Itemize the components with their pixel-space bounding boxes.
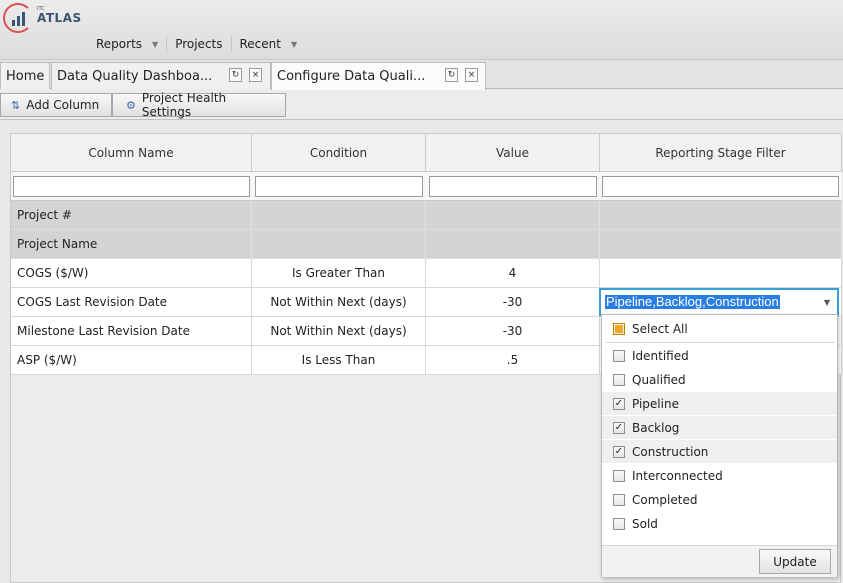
table-row[interactable]: COGS ($/W) Is Greater Than 4	[11, 259, 842, 288]
backlog-checkbox[interactable]: ✓	[613, 421, 625, 434]
close-icon[interactable]: ×	[249, 68, 262, 82]
option-pipeline[interactable]: ✓ Pipeline	[602, 392, 837, 415]
option-label: Pipeline	[632, 396, 679, 411]
select-all-checkbox[interactable]	[613, 322, 625, 335]
nav-projects-label: Projects	[175, 37, 223, 51]
nav-projects[interactable]: Projects	[167, 34, 230, 54]
option-interconnected[interactable]: Interconnected	[602, 464, 837, 487]
cell-column-name: ASP ($/W)	[11, 346, 252, 374]
cell-value: -30	[426, 317, 600, 345]
option-sold[interactable]: Sold	[602, 512, 837, 535]
cell-value	[426, 201, 600, 229]
option-label: Qualified	[632, 372, 686, 387]
reporting-stage-dropdown: Select All Identified Qualified ✓ Pipeli…	[601, 314, 838, 577]
update-button[interactable]: Update	[759, 549, 831, 574]
nav-recent-label: Recent	[239, 37, 281, 51]
nav-reports-label: Reports	[96, 37, 143, 51]
dropdown-arrow-icon[interactable]: ▼	[818, 291, 836, 313]
reporting-stage-filter-value[interactable]: Pipeline,Backlog,Construction	[605, 295, 780, 309]
tab-home[interactable]: Home	[0, 62, 50, 89]
option-label: Interconnected	[632, 468, 723, 483]
pipeline-checkbox[interactable]: ✓	[613, 397, 625, 410]
option-qualified[interactable]: Qualified	[602, 368, 837, 391]
cell-condition	[252, 201, 426, 229]
cell-condition: Not Within Next (days)	[252, 288, 426, 316]
header-value[interactable]: Value	[426, 134, 600, 172]
main-nav: Reports ▼ Projects Recent ▼	[88, 34, 305, 54]
cell-condition: Not Within Next (days)	[252, 317, 426, 345]
option-identified[interactable]: Identified	[602, 344, 837, 367]
cell-column-name: Project Name	[11, 230, 252, 258]
cell-column-name: Project #	[11, 201, 252, 229]
add-column-button[interactable]: ⇅ Add Column	[0, 93, 112, 117]
option-label: Backlog	[632, 420, 680, 435]
completed-checkbox[interactable]	[613, 493, 625, 506]
logo-bars-icon	[12, 12, 26, 26]
caret-down-icon: ▼	[290, 39, 298, 49]
tab-data-quality-dashboard[interactable]: Data Quality Dashboa... ↻ ×	[51, 62, 271, 89]
option-label: Sold	[632, 516, 658, 531]
filter-row	[11, 172, 842, 201]
value-filter-input[interactable]	[429, 176, 597, 197]
nav-recent[interactable]: Recent ▼	[232, 34, 306, 54]
option-completed[interactable]: Completed	[602, 488, 837, 511]
refresh-icon[interactable]: ↻	[445, 68, 458, 82]
cell-condition: Is Greater Than	[252, 259, 426, 287]
cell-filter	[600, 259, 842, 287]
select-all-option[interactable]: Select All	[602, 317, 837, 340]
condition-filter-input[interactable]	[255, 176, 423, 197]
logo-text: ATLAS	[37, 11, 82, 25]
toolbar: ⇅ Add Column ⚙ Project Health Settings	[0, 90, 843, 120]
cell-column-name: COGS ($/W)	[11, 259, 252, 287]
add-column-label: Add Column	[26, 98, 100, 112]
cell-column-name: Milestone Last Revision Date	[11, 317, 252, 345]
construction-checkbox[interactable]: ✓	[613, 445, 625, 458]
add-column-icon: ⇅	[11, 98, 21, 112]
atlas-logo[interactable]: ITC ATLAS	[3, 3, 81, 35]
cell-filter	[600, 230, 842, 258]
project-health-settings-label: Project Health Settings	[141, 91, 227, 119]
option-construction[interactable]: ✓ Construction	[602, 440, 837, 463]
grid-header: Column Name Condition Value Reporting St…	[11, 134, 842, 172]
interconnected-checkbox[interactable]	[613, 469, 625, 482]
option-backlog[interactable]: ✓ Backlog	[602, 416, 837, 439]
header-column-name[interactable]: Column Name	[11, 134, 252, 172]
nav-reports[interactable]: Reports ▼	[88, 34, 166, 54]
tab-dashboard-label: Data Quality Dashboa...	[57, 68, 213, 84]
project-health-settings-button[interactable]: ⚙ Project Health Settings	[112, 91, 286, 119]
cell-column-name: COGS Last Revision Date	[11, 288, 252, 316]
app-header: ITC ATLAS Reports ▼ Projects Recent ▼	[0, 0, 843, 60]
tab-configure-label: Configure Data Quali...	[277, 69, 426, 84]
tab-configure-data-quality[interactable]: Configure Data Quali... ↻ ×	[271, 62, 486, 90]
header-reporting-stage-filter[interactable]: Reporting Stage Filter	[600, 134, 842, 172]
select-all-label: Select All	[632, 321, 688, 336]
dropdown-footer: Update	[602, 545, 837, 577]
option-label: Completed	[632, 492, 698, 507]
qualified-checkbox[interactable]	[613, 373, 625, 386]
cell-value: -30	[426, 288, 600, 316]
cell-value	[426, 230, 600, 258]
tab-strip: Home Data Quality Dashboa... ↻ × Configu…	[0, 60, 843, 90]
reporting-stage-filter-input[interactable]	[602, 176, 839, 197]
cell-condition	[252, 230, 426, 258]
dropdown-divider	[606, 342, 835, 343]
table-row[interactable]: Project #	[11, 201, 842, 230]
identified-checkbox[interactable]	[613, 349, 625, 362]
cell-value: 4	[426, 259, 600, 287]
table-row[interactable]: Project Name	[11, 230, 842, 259]
close-icon[interactable]: ×	[465, 68, 478, 82]
caret-down-icon: ▼	[152, 39, 159, 49]
cell-filter	[600, 201, 842, 229]
reporting-stage-filter-editor[interactable]: Pipeline,Backlog,Construction ▼	[599, 288, 839, 316]
option-label: Identified	[632, 348, 689, 363]
gear-icon: ⚙	[126, 98, 136, 112]
header-condition[interactable]: Condition	[252, 134, 426, 172]
sold-checkbox[interactable]	[613, 517, 625, 530]
refresh-icon[interactable]: ↻	[229, 68, 242, 82]
option-label: Construction	[632, 444, 709, 459]
cell-condition: Is Less Than	[252, 346, 426, 374]
cell-value: .5	[426, 346, 600, 374]
column-name-filter-input[interactable]	[13, 176, 250, 197]
tab-home-label: Home	[6, 68, 45, 84]
